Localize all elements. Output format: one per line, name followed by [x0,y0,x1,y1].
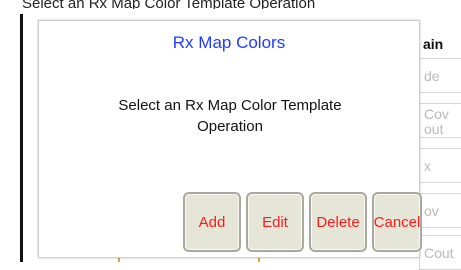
dialog-message: Select an Rx Map Color Template Operatio… [118,97,342,135]
add-button[interactable]: Add [183,192,241,252]
rx-map-colors-dialog: Rx Map Colors Select an Rx Map Color Tem… [38,20,422,258]
background-caption-fragment: Select an Rx Map Color Template Operatio… [22,0,316,9]
edit-button[interactable]: Edit [246,192,304,252]
delete-button[interactable]: Delete [309,192,367,252]
background-panel-cell: Cout [419,235,461,270]
dialog-title: Rx Map Colors [172,33,286,52]
background-panel-header: ain [423,36,444,52]
background-panel-cell: de [419,58,461,93]
cancel-button[interactable]: Cancel [372,192,422,252]
background-divider [20,14,23,262]
background-panel-cell: Cov out [419,103,461,138]
background-panel-cell: x [419,148,461,183]
background-right-panel: ain de Cov out x ov Cout [419,30,461,270]
background-panel-cell: ov [419,193,461,228]
